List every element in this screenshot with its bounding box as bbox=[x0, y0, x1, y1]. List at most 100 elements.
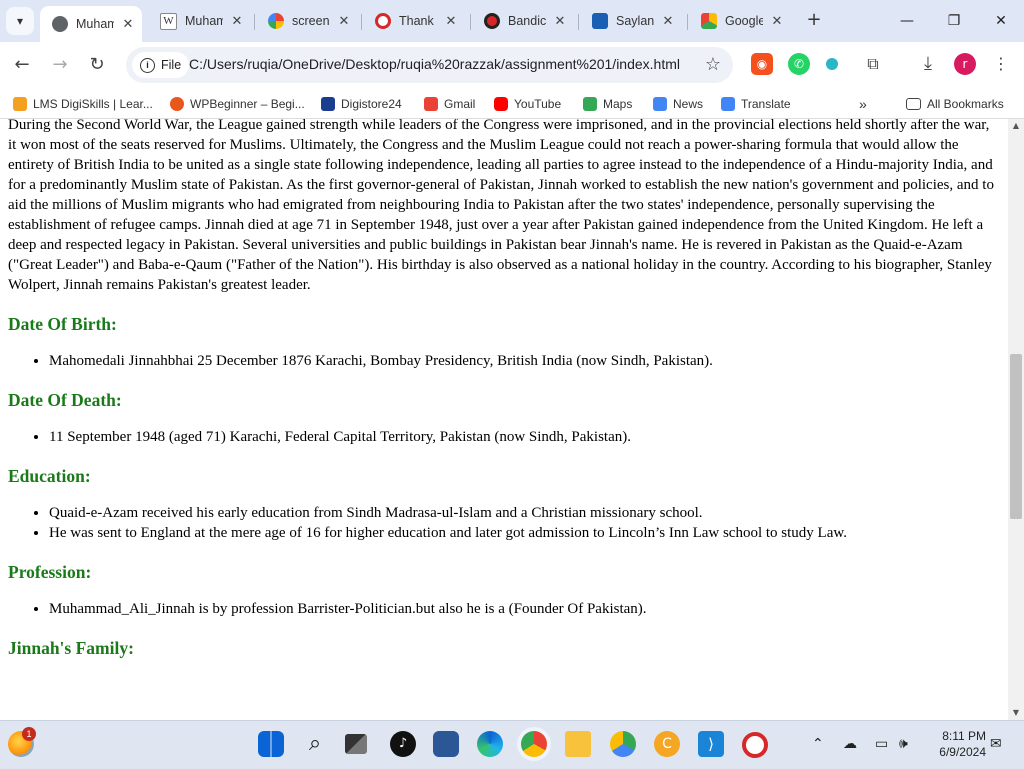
profession-list: Muhammad_Ali_Jinnah is by profession Bar… bbox=[8, 599, 1000, 619]
system-clock[interactable]: 8:11 PM 6/9/2024 bbox=[922, 728, 986, 760]
close-icon[interactable]: ✕ bbox=[229, 13, 245, 29]
page-viewport[interactable]: During the Second World War, the League … bbox=[0, 119, 1008, 720]
lms-icon bbox=[13, 97, 27, 111]
close-icon[interactable]: ✕ bbox=[120, 16, 136, 32]
drive-icon bbox=[701, 13, 717, 29]
new-tab-button[interactable]: + bbox=[803, 9, 825, 31]
vscode-icon[interactable]: ⟩ bbox=[698, 731, 724, 757]
bookmark-gmail[interactable]: Gmail bbox=[424, 95, 475, 113]
saylani-icon bbox=[592, 13, 608, 29]
tab-wikipedia[interactable]: W Muhammad Ali Jinnah - Wikipedia ✕ bbox=[148, 6, 250, 36]
bookmark-translate[interactable]: Translate bbox=[721, 95, 791, 113]
chrome-icon[interactable] bbox=[521, 731, 547, 757]
tab-strip: ▾ Muhammad Ali Jinnah ✕ W Muhammad Ali J… bbox=[0, 0, 1024, 42]
tab-saylani[interactable]: Saylani ✕ bbox=[580, 6, 682, 36]
bookmark-news[interactable]: News bbox=[653, 95, 703, 113]
bandicam-record-icon[interactable] bbox=[742, 732, 768, 758]
search-icon[interactable]: ⌕ bbox=[302, 731, 328, 757]
close-icon[interactable]: ✕ bbox=[552, 13, 568, 29]
profession-heading: Profession: bbox=[8, 562, 92, 582]
tab-google-search[interactable]: screenshot - Google Search ✕ bbox=[256, 6, 358, 36]
tab-bandicam[interactable]: Bandicam ✕ bbox=[472, 6, 574, 36]
address-bar[interactable]: i File C:/Users/ruqia/OneDrive/Desktop/r… bbox=[126, 47, 733, 83]
extension-dot-icon[interactable] bbox=[826, 58, 838, 70]
download-icon[interactable]: ⤓ bbox=[917, 53, 939, 75]
close-window-button[interactable]: ✕ bbox=[981, 8, 1021, 34]
bookmark-maps[interactable]: Maps bbox=[583, 95, 632, 113]
wpbeginner-icon bbox=[170, 97, 184, 111]
gmail-icon bbox=[424, 97, 438, 111]
restore-icon: ❐ bbox=[947, 13, 961, 29]
scrollbar-thumb[interactable] bbox=[1010, 354, 1022, 519]
all-bookmarks-button[interactable]: All Bookmarks bbox=[906, 95, 1004, 113]
close-icon[interactable]: ✕ bbox=[769, 13, 785, 29]
intro-paragraph: During the Second World War, the League … bbox=[8, 119, 994, 293]
education-list: Quaid-e-Azam received his early educatio… bbox=[8, 503, 1000, 543]
bookmark-wpbeginner[interactable]: WPBeginner – Begi... bbox=[170, 95, 305, 113]
bookmark-youtube[interactable]: YouTube bbox=[494, 95, 561, 113]
close-icon[interactable]: ✕ bbox=[443, 13, 459, 29]
profile-avatar[interactable]: r bbox=[954, 53, 976, 75]
windows-start-icon[interactable] bbox=[258, 731, 284, 757]
close-icon[interactable]: ✕ bbox=[336, 13, 352, 29]
chevron-down-icon: ▾ bbox=[16, 14, 24, 28]
list-item: Muhammad_Ali_Jinnah is by profession Bar… bbox=[49, 599, 1000, 619]
education-heading: Education: bbox=[8, 466, 91, 486]
dod-list: 11 September 1948 (aged 71) Karachi, Fed… bbox=[8, 427, 1000, 447]
vertical-scrollbar[interactable]: ▲ ▼ bbox=[1008, 119, 1024, 720]
red-record-icon bbox=[375, 13, 391, 29]
notification-bell-icon[interactable]: ✉ bbox=[990, 736, 1002, 752]
reload-button[interactable]: ↻ bbox=[84, 52, 110, 78]
store-icon[interactable] bbox=[433, 731, 459, 757]
tab-thank-you[interactable]: Thank you ✕ bbox=[363, 6, 465, 36]
family-heading: Jinnah's Family: bbox=[8, 638, 134, 658]
google-icon bbox=[268, 13, 284, 29]
close-icon[interactable]: ✕ bbox=[660, 13, 676, 29]
list-item: Quaid-e-Azam received his early educatio… bbox=[49, 503, 1000, 523]
scroll-up-arrow-icon[interactable]: ▲ bbox=[1008, 119, 1024, 133]
volume-icon[interactable]: 🕪 bbox=[899, 736, 908, 752]
dob-heading: Date Of Birth: bbox=[8, 314, 117, 334]
more-bookmarks-button[interactable]: » bbox=[859, 95, 867, 113]
back-button[interactable]: ← bbox=[9, 52, 35, 78]
minimize-icon: — bbox=[900, 13, 914, 29]
crm-app-icon[interactable]: C bbox=[654, 731, 680, 757]
edge-icon[interactable] bbox=[477, 731, 503, 757]
tab-jinnah[interactable]: Muhammad Ali Jinnah ✕ bbox=[40, 6, 142, 42]
chevron-double-right-icon: » bbox=[859, 96, 867, 112]
extensions-puzzle-icon[interactable]: ⧉ bbox=[862, 53, 884, 75]
windows-taskbar: 1 ⌕ ♪ C ⟩ ⌃ ☁ ▭ 🕪 8:11 PM 6/9/2024 ✉ bbox=[0, 720, 1024, 769]
bandicam-icon bbox=[484, 13, 500, 29]
arrow-right-icon: → bbox=[52, 54, 68, 75]
digistore-icon bbox=[321, 97, 335, 111]
globe-icon bbox=[52, 16, 68, 32]
bookmark-star-icon[interactable]: ☆ bbox=[705, 54, 721, 75]
cloud-icon[interactable]: ☁ bbox=[843, 736, 857, 752]
tab-search-button[interactable]: ▾ bbox=[6, 7, 34, 35]
kebab-menu-icon[interactable]: ⋮ bbox=[990, 53, 1012, 75]
minimize-button[interactable]: — bbox=[887, 8, 927, 34]
site-info-chip[interactable]: i File bbox=[132, 52, 190, 78]
network-icon[interactable]: ▭ bbox=[875, 736, 888, 752]
dod-heading: Date Of Death: bbox=[8, 390, 122, 410]
bookmark-digistore24[interactable]: Digistore24 bbox=[321, 95, 402, 113]
chevron-up-icon[interactable]: ⌃ bbox=[812, 736, 824, 752]
extension-record-icon[interactable]: ◉ bbox=[751, 53, 773, 75]
list-item: Mahomedali Jinnahbhai 25 December 1876 K… bbox=[49, 351, 1000, 371]
bookmarks-bar: LMS DigiSkills | Lear... WPBeginner – Be… bbox=[0, 88, 1024, 119]
wikipedia-icon: W bbox=[160, 12, 177, 30]
restore-button[interactable]: ❐ bbox=[934, 8, 974, 34]
translate-icon bbox=[721, 97, 735, 111]
file-explorer-icon[interactable] bbox=[565, 731, 591, 757]
whatsapp-icon[interactable]: ✆ bbox=[788, 53, 810, 75]
info-icon: i bbox=[140, 57, 155, 73]
tiktok-icon[interactable]: ♪ bbox=[390, 731, 416, 757]
forward-button[interactable]: → bbox=[47, 52, 73, 78]
bookmark-lms-digiskills[interactable]: LMS DigiSkills | Lear... bbox=[13, 95, 153, 113]
url-text[interactable]: C:/Users/ruqia/OneDrive/Desktop/ruqia%20… bbox=[189, 56, 680, 72]
task-view-icon[interactable] bbox=[345, 734, 367, 754]
tab-google-drive[interactable]: Google Drive ✕ bbox=[689, 6, 791, 36]
close-icon: ✕ bbox=[995, 13, 1007, 29]
chrome-profile-icon[interactable] bbox=[610, 731, 636, 757]
scroll-down-arrow-icon[interactable]: ▼ bbox=[1008, 706, 1024, 720]
